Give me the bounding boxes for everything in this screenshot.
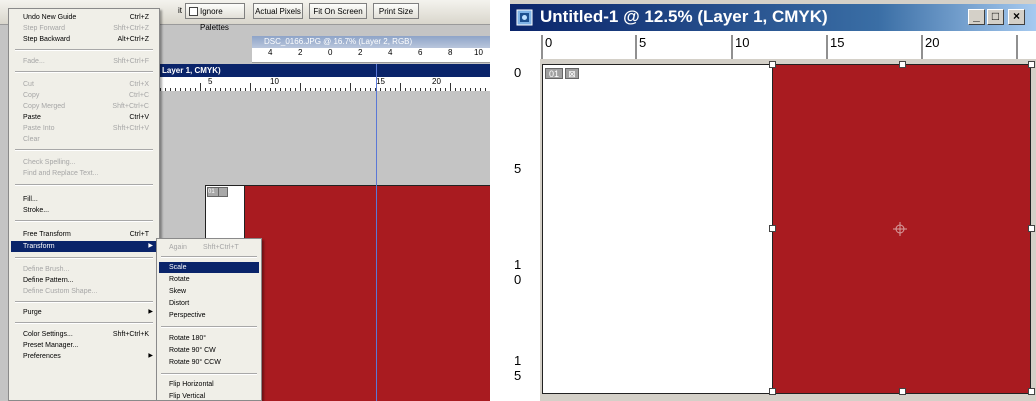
ruler-tick (350, 83, 351, 91)
transform-handle[interactable] (1028, 388, 1035, 395)
menu-item-step-backward[interactable]: Step Backward Alt+Ctrl+Z (11, 34, 157, 45)
layer-badge: 01 (545, 68, 563, 79)
submenu-item-flip-vertical[interactable]: Flip Vertical (159, 391, 259, 401)
mask-icon: ⊠ (565, 68, 579, 79)
menu-item-free-transform[interactable]: Free Transform Ctrl+T (11, 229, 157, 240)
submenu-arrow-icon: ▶ (148, 243, 153, 249)
left-screenshot-panel: it Ignore Palettes Actual Pixels Fit On … (0, 0, 490, 401)
menu-item-find-replace[interactable]: Find and Replace Text... (11, 168, 157, 179)
fit-on-screen-button[interactable]: Fit On Screen (309, 3, 367, 19)
edit-menu: Undo New Guide Ctrl+Z Step Forward Shft+Ct… (8, 8, 160, 401)
menu-item-purge[interactable]: Purge ▶ (11, 307, 157, 318)
menu-separator (15, 71, 153, 73)
submenu-item-scale[interactable]: Scale (159, 262, 259, 273)
transform-handle[interactable] (1028, 61, 1035, 68)
menu-item-fade[interactable]: Fade... Shft+Ctrl+F (11, 56, 157, 67)
menu-item-transform[interactable]: Transform ▶ (11, 241, 157, 252)
transform-handle[interactable] (769, 225, 776, 232)
left-ruler[interactable]: 0 5 1 0 1 5 (510, 59, 541, 401)
ruler-tick (200, 83, 201, 91)
ignore-palettes-checkbox[interactable]: Ignore Palettes (185, 3, 245, 32)
transform-handle[interactable] (769, 388, 776, 395)
menu-separator (161, 256, 257, 258)
transform-handle[interactable] (769, 61, 776, 68)
menu-separator (15, 184, 153, 186)
transform-handle[interactable] (1028, 225, 1035, 232)
window-title: Untitled-1 @ 12.5% (Layer 1, CMYK) (540, 7, 828, 26)
menu-item-paste-into[interactable]: Paste Into Shft+Ctrl+V (11, 123, 157, 134)
menu-item-step-forward[interactable]: Step Forward Shft+Ctrl+Z (11, 23, 157, 34)
vertical-guide[interactable] (376, 64, 377, 401)
top-ruler[interactable]: 0 5 10 15 20 (510, 31, 1036, 60)
menu-separator (15, 49, 153, 51)
submenu-item-again[interactable]: Again Shft+Ctrl+T (159, 242, 259, 253)
menu-separator (15, 301, 153, 303)
menu-item-check-spelling[interactable]: Check Spelling... (11, 157, 157, 168)
options-partial-label: it (178, 6, 182, 15)
menu-item-cut[interactable]: Cut Ctrl+X (11, 79, 157, 90)
menu-item-color-settings[interactable]: Color Settings... Shft+Ctrl+K (11, 329, 157, 340)
submenu-item-perspective[interactable]: Perspective (159, 310, 259, 321)
menu-item-undo[interactable]: Undo New Guide Ctrl+Z (11, 12, 157, 23)
submenu-item-distort[interactable]: Distort (159, 298, 259, 309)
menu-separator (15, 257, 153, 259)
maximize-button[interactable]: □ (987, 9, 1004, 25)
background-document-ruler: 4 2 0 2 4 6 8 10 (252, 48, 490, 63)
menu-separator (15, 322, 153, 324)
document-red-layer[interactable] (245, 185, 490, 401)
document-top-ruler[interactable]: 5 10 15 20 (150, 77, 490, 92)
photoshop-document-icon (516, 9, 533, 26)
ruler-tick (400, 83, 401, 91)
actual-pixels-button[interactable]: Actual Pixels (253, 3, 303, 19)
submenu-item-skew[interactable]: Skew (159, 286, 259, 297)
submenu-arrow-icon: ▶ (148, 309, 153, 315)
document-title-bar[interactable]: Layer 1, CMYK) (150, 64, 490, 77)
submenu-item-flip-horizontal[interactable]: Flip Horizontal (159, 379, 259, 390)
close-button[interactable]: × (1008, 9, 1025, 25)
menu-item-clear[interactable]: Clear (11, 134, 157, 145)
menu-item-stroke[interactable]: Stroke... (11, 205, 157, 216)
menu-item-copy-merged[interactable]: Copy Merged Shft+Ctrl+C (11, 101, 157, 112)
transform-handle[interactable] (899, 61, 906, 68)
minimize-button[interactable]: _ (968, 9, 985, 25)
right-screenshot-panel: Untitled-1 @ 12.5% (Layer 1, CMYK) _ □ ×… (510, 0, 1036, 401)
print-size-button[interactable]: Print Size (373, 3, 419, 19)
top-ruler-ticks (541, 35, 1018, 59)
menu-item-define-brush[interactable]: Define Brush... (11, 264, 157, 275)
menu-item-fill[interactable]: Fill... (11, 194, 157, 205)
menu-item-define-custom-shape[interactable]: Define Custom Shape... (11, 286, 157, 297)
transform-submenu: Again Shft+Ctrl+T Scale Rotate Skew Disto… (156, 238, 262, 401)
ruler-tick (300, 83, 301, 91)
checkbox-box[interactable] (189, 7, 198, 16)
submenu-item-rotate-90-cw[interactable]: Rotate 90° CW (159, 345, 259, 356)
menu-item-define-pattern[interactable]: Define Pattern... (11, 275, 157, 286)
transform-center-icon[interactable] (893, 222, 907, 236)
menu-item-paste[interactable]: Paste Ctrl+V (11, 112, 157, 123)
submenu-item-rotate-180[interactable]: Rotate 180° (159, 333, 259, 344)
submenu-item-rotate-90-ccw[interactable]: Rotate 90° CCW (159, 357, 259, 368)
menu-separator (161, 373, 257, 375)
background-document-title[interactable]: DSC_0166.JPG @ 16.7% (Layer 2, RGB) (252, 36, 490, 48)
ruler-tick (250, 83, 251, 91)
document-white-area[interactable] (542, 64, 773, 394)
ruler-tick (450, 83, 451, 91)
menu-separator (161, 326, 257, 328)
menu-item-preset-manager[interactable]: Preset Manager... (11, 340, 157, 351)
menu-separator (15, 149, 153, 151)
menu-separator (15, 220, 153, 222)
mask-icon (218, 187, 228, 197)
transform-handle[interactable] (899, 388, 906, 395)
window-title-bar[interactable]: Untitled-1 @ 12.5% (Layer 1, CMYK) _ □ × (510, 4, 1036, 31)
submenu-item-rotate[interactable]: Rotate (159, 274, 259, 285)
menu-item-preferences[interactable]: Preferences ▶ (11, 351, 157, 362)
menu-item-copy[interactable]: Copy Ctrl+C (11, 90, 157, 101)
submenu-arrow-icon: ▶ (148, 353, 153, 359)
